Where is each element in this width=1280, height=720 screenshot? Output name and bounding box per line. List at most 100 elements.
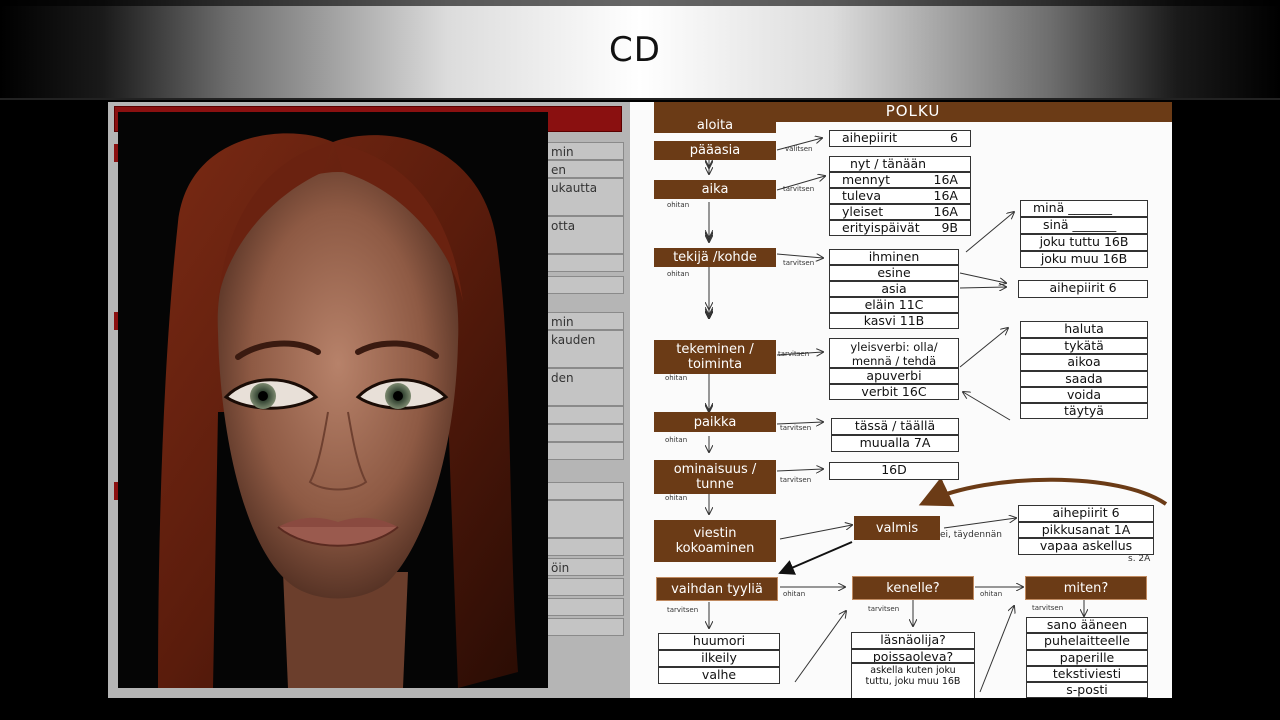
- tyyli-list-item: huumori: [658, 633, 780, 650]
- aika-item-name: tuleva: [842, 188, 882, 203]
- apuverbi-list-item: haluta: [1020, 321, 1148, 338]
- tekija-list-item: esine: [829, 265, 959, 281]
- step-paikka: paikka: [654, 412, 776, 432]
- tekeminen-list-item: apuverbi: [829, 368, 959, 384]
- title-bar-divider: [0, 98, 1280, 100]
- label-tarvitsen: tarvitsen: [778, 350, 810, 358]
- apuverbi-list-item: täytyä: [1020, 403, 1148, 419]
- aihepiirit-top-box: aihepiirit 6: [829, 130, 971, 147]
- label-tarvitsen: tarvitsen: [780, 424, 812, 432]
- form-row[interactable]: ukautta: [546, 178, 624, 216]
- aika-list-item: yleiset 16A: [829, 204, 971, 220]
- label-tarvitsen: tarvitsen: [1032, 604, 1064, 612]
- label-ohitan: ohitan: [783, 590, 806, 598]
- step-viestin-kokoaminen: viestin kokoaminen: [654, 520, 776, 562]
- label-ohitan: ohitan: [665, 374, 688, 382]
- miten-list-item: s-posti: [1026, 682, 1148, 698]
- label-ohitan: ohitan: [667, 270, 690, 278]
- label-valitsen: valitsen: [785, 145, 813, 153]
- valmis-list-item: aihepiirit 6: [1018, 505, 1154, 522]
- aika-item-value: 16A: [933, 188, 958, 203]
- kenelle-list-item: askella kuten joku tuttu, joku muu 16B: [851, 663, 975, 698]
- tekija-list-item: kasvi 11B: [829, 313, 959, 329]
- label-tarvitsen: tarvitsen: [868, 605, 900, 613]
- step-paaasia: pääasia: [654, 141, 776, 160]
- form-row[interactable]: [546, 598, 624, 616]
- miten-list-item: puhelaitteelle: [1026, 633, 1148, 650]
- valmis-list-item: vapaa askellus: [1018, 538, 1154, 555]
- form-row[interactable]: otta: [546, 216, 624, 254]
- form-row[interactable]: öin: [546, 558, 624, 576]
- aika-list-item: erityispäivät 9B: [829, 220, 971, 236]
- form-row[interactable]: [546, 538, 624, 556]
- form-row[interactable]: min: [546, 142, 624, 160]
- pronoun-list-item: minä _______: [1020, 200, 1148, 217]
- label-s2a: s. 2A: [1128, 554, 1151, 564]
- kenelle-list-item: poissaoleva?: [851, 649, 975, 663]
- aihepiirit-mid-box: aihepiirit 6: [1018, 280, 1148, 298]
- step-valmis: valmis: [854, 516, 940, 540]
- form-row[interactable]: [546, 442, 624, 460]
- apuverbi-list-item: voida: [1020, 387, 1148, 403]
- form-row[interactable]: kauden: [546, 330, 624, 368]
- apuverbi-list-item: aikoa: [1020, 354, 1148, 371]
- tekija-list-item: eläin 11C: [829, 297, 959, 313]
- miten-list-item: paperille: [1026, 650, 1148, 666]
- aika-item-name: erityispäivät: [842, 220, 920, 235]
- apuverbi-list-item: saada: [1020, 371, 1148, 387]
- tyyli-list-item: valhe: [658, 667, 780, 684]
- tekeminen-list-item: verbit 16C: [829, 384, 959, 400]
- valmis-list-item: pikkusanat 1A: [1018, 522, 1154, 538]
- paikka-list-item: muualla 7A: [831, 435, 959, 452]
- form-row[interactable]: [546, 578, 624, 596]
- aika-item-value: 16A: [933, 172, 958, 187]
- ominaisuus-list-item: 16D: [829, 462, 959, 480]
- avatar-video: [118, 112, 548, 688]
- form-row[interactable]: min: [546, 312, 624, 330]
- miten-list-item: sano ääneen: [1026, 617, 1148, 633]
- step-miten: miten?: [1025, 576, 1147, 600]
- aika-list-item: nyt / tänään: [829, 156, 971, 172]
- label-ohitan: ohitan: [667, 201, 690, 209]
- step-tekija-kohde: tekijä /kohde: [654, 248, 776, 267]
- polku-diagram: POLKU aloita pääasia aika tekijä /kohde …: [630, 102, 1172, 698]
- label-tarvitsen: tarvitsen: [783, 185, 815, 193]
- aika-item-value: 16A: [933, 204, 958, 219]
- step-tekeminen-toiminta: tekeminen / toiminta: [654, 340, 776, 374]
- title-bar: CD: [0, 0, 1280, 100]
- form-row[interactable]: [546, 424, 624, 442]
- step-ominaisuus-tunne: ominaisuus / tunne: [654, 460, 776, 494]
- pronoun-list-item: joku tuttu 16B: [1020, 234, 1148, 251]
- pronoun-list-item: sinä _______: [1020, 217, 1148, 234]
- aika-list-item: tuleva 16A: [829, 188, 971, 204]
- kenelle-list-item: läsnäolija?: [851, 632, 975, 649]
- form-row[interactable]: [546, 276, 624, 294]
- page-title: CD: [609, 30, 661, 70]
- aihepiirit-top-name: aihepiirit: [842, 130, 898, 145]
- label-ohitan: ohitan: [980, 590, 1003, 598]
- tekija-list-item: asia: [829, 281, 959, 297]
- tekija-list-item: ihminen: [829, 249, 959, 265]
- aika-item-name: yleiset: [842, 204, 884, 219]
- paikka-list-item: tässä / täällä: [831, 418, 959, 435]
- aihepiirit-top-value: 6: [950, 130, 958, 145]
- label-ohitan: ohitan: [665, 494, 688, 502]
- miten-list-item: tekstiviesti: [1026, 666, 1148, 682]
- label-ei-taydennan: ei, täydennän: [940, 530, 1003, 540]
- form-row[interactable]: en: [546, 160, 624, 178]
- form-row[interactable]: [546, 500, 624, 538]
- title-bar-shadow: [0, 0, 1280, 6]
- form-row[interactable]: den: [546, 368, 624, 406]
- tyyli-list-item: ilkeily: [658, 650, 780, 667]
- label-tarvitsen: tarvitsen: [783, 259, 815, 267]
- form-row[interactable]: [546, 254, 624, 272]
- form-row[interactable]: [546, 406, 624, 424]
- aika-item-name: nyt / tänään: [850, 156, 927, 171]
- label-tarvitsen: tarvitsen: [780, 476, 812, 484]
- form-row[interactable]: [546, 482, 624, 500]
- label-tarvitsen: tarvitsen: [667, 606, 699, 614]
- form-row[interactable]: [546, 618, 624, 636]
- tekeminen-list-item: yleisverbi: olla/ mennä / tehdä: [829, 338, 959, 368]
- aika-list-item: mennyt 16A: [829, 172, 971, 188]
- aika-item-name: mennyt: [842, 172, 891, 187]
